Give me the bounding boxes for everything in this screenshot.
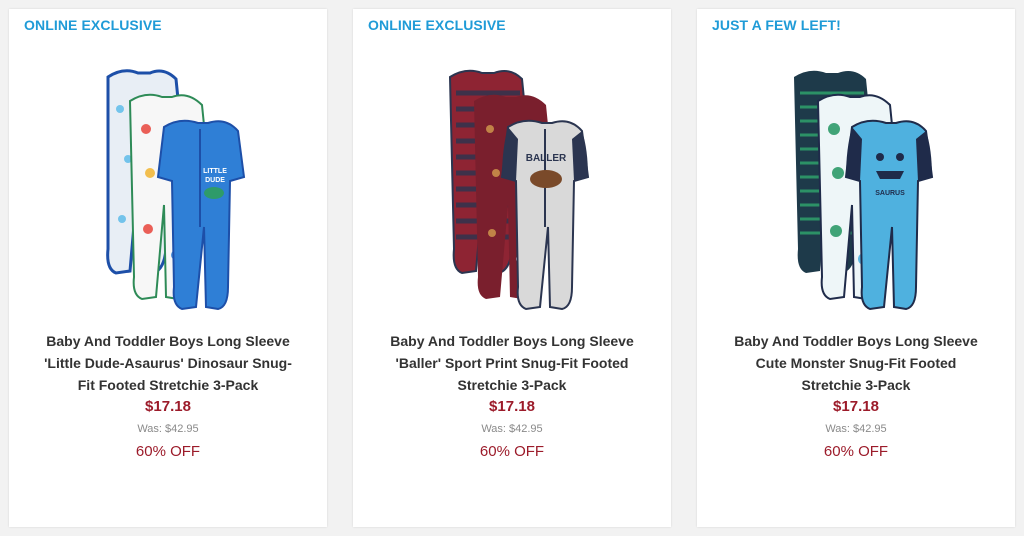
product-image[interactable]: BALLER — [412, 49, 612, 319]
svg-text:DUDE: DUDE — [205, 177, 225, 184]
svg-text:LITTLE: LITTLE — [203, 168, 227, 175]
original-price: Was: $42.95 — [137, 423, 199, 435]
original-price: Was: $42.95 — [825, 423, 887, 435]
product-card[interactable]: ONLINE EXCLUSIVE BALLER Baby And Toddler… — [353, 9, 671, 527]
discount-label: 60% OFF — [135, 443, 201, 460]
product-name[interactable]: Baby And Toddler Boys Long Sleeve Cute M… — [725, 330, 987, 396]
original-price: Was: $42.95 — [481, 423, 543, 435]
product-badge: JUST A FEW LEFT! — [712, 17, 841, 33]
product-badge: ONLINE EXCLUSIVE — [368, 17, 506, 33]
svg-text:SAURUS: SAURUS — [875, 190, 905, 197]
svg-text:BALLER: BALLER — [526, 153, 567, 164]
product-badge: ONLINE EXCLUSIVE — [24, 17, 162, 33]
discount-label: 60% OFF — [479, 443, 545, 460]
product-name[interactable]: Baby And Toddler Boys Long Sleeve 'Littl… — [37, 330, 299, 396]
product-grid: ONLINE EXCLUSIVE LITTLE DUDE Baby And To… — [0, 0, 1024, 536]
sale-price: $17.18 — [833, 398, 879, 415]
product-image[interactable]: LITTLE DUDE — [68, 49, 268, 319]
sale-price: $17.18 — [489, 398, 535, 415]
product-card[interactable]: JUST A FEW LEFT! SAURUS Baby And Toddler… — [697, 9, 1015, 527]
product-name[interactable]: Baby And Toddler Boys Long Sleeve 'Balle… — [381, 330, 643, 396]
product-image[interactable]: SAURUS — [756, 49, 956, 319]
discount-label: 60% OFF — [823, 443, 889, 460]
sale-price: $17.18 — [145, 398, 191, 415]
product-card[interactable]: ONLINE EXCLUSIVE LITTLE DUDE Baby And To… — [9, 9, 327, 527]
